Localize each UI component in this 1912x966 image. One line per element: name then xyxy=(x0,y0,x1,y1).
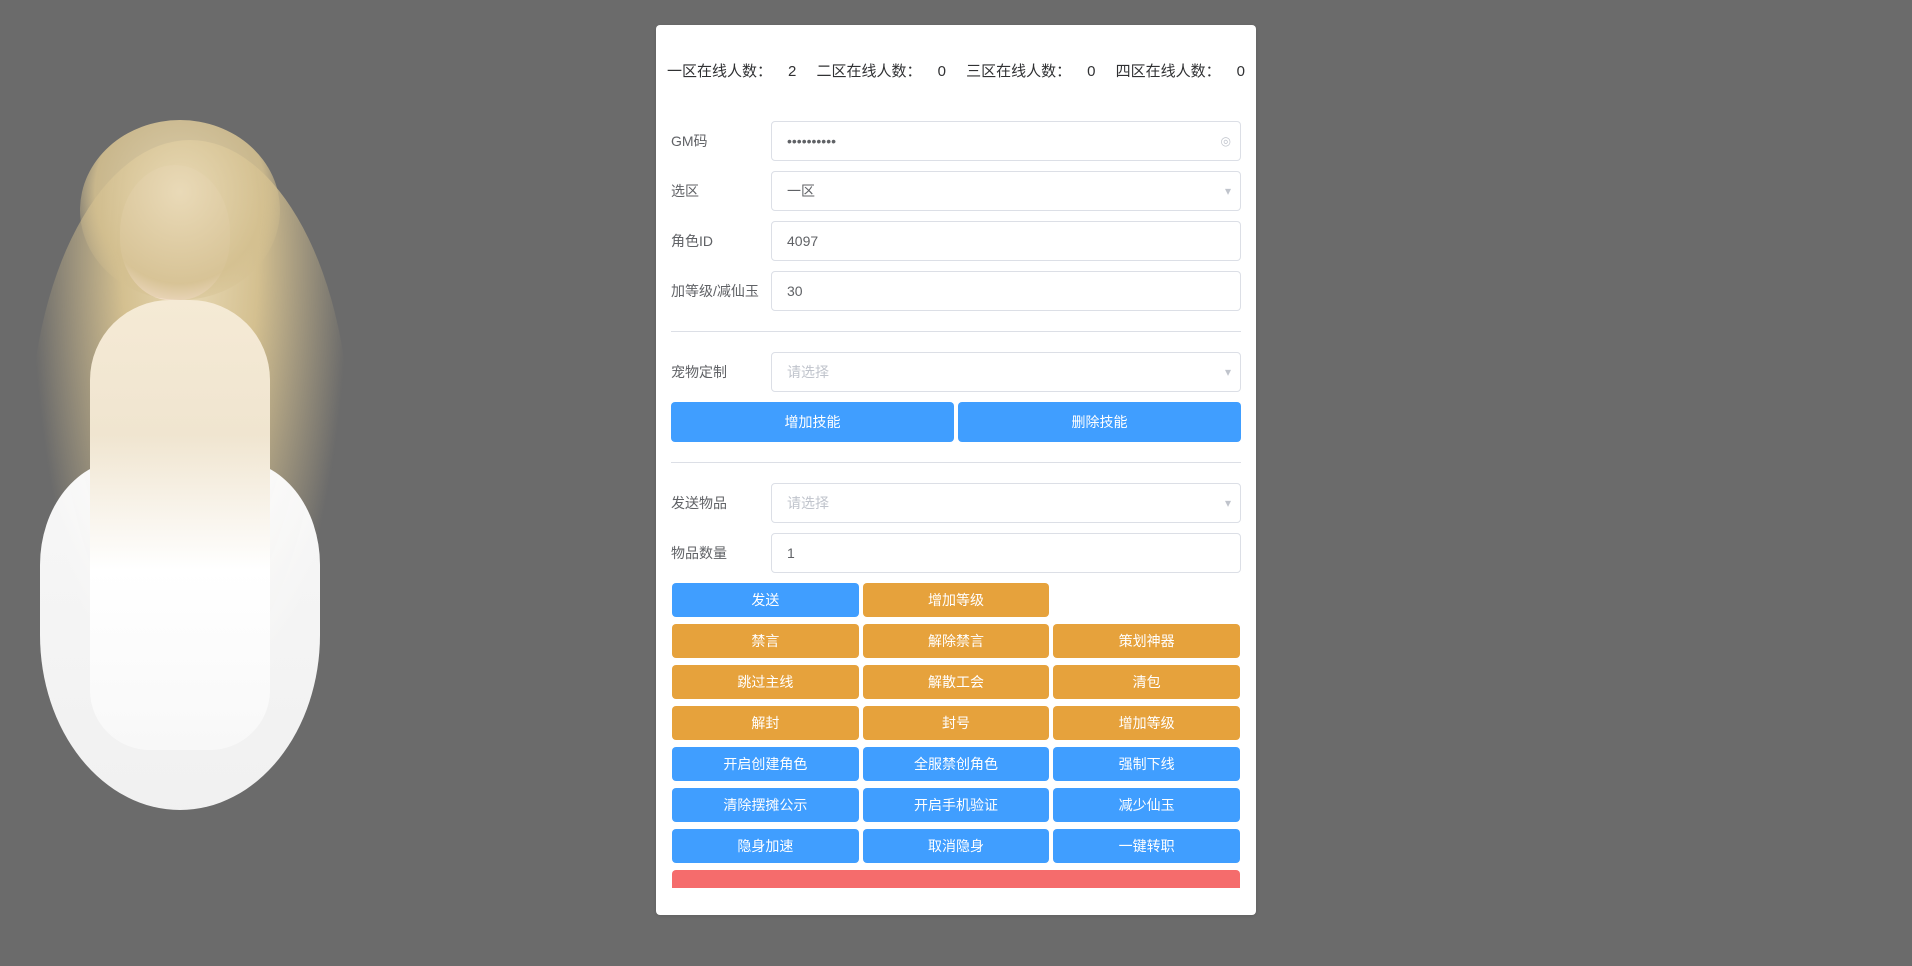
zone3-label: 三区在线人数： xyxy=(966,63,1071,80)
clear-stall-button[interactable]: 清除摆摊公示 xyxy=(672,788,859,822)
stealth-speed-button[interactable]: 隐身加速 xyxy=(672,829,859,863)
disband-guild-button[interactable]: 解散工会 xyxy=(863,665,1050,699)
unban-button[interactable]: 解封 xyxy=(672,706,859,740)
disable-create-all-button[interactable]: 全服禁创角色 xyxy=(863,747,1050,781)
background-character-illustration xyxy=(0,80,380,780)
pet-custom-label: 宠物定制 xyxy=(671,362,771,382)
mute-button[interactable]: 禁言 xyxy=(672,624,859,658)
send-button[interactable]: 发送 xyxy=(672,583,859,617)
zone3-value: 0 xyxy=(1087,63,1095,80)
cancel-stealth-button[interactable]: 取消隐身 xyxy=(863,829,1050,863)
gm-code-label: GM码 xyxy=(671,131,771,151)
zone1-label: 一区在线人数： xyxy=(667,63,772,80)
online-stats-header: 一区在线人数： 2 二区在线人数： 0 三区在线人数： 0 四区在线人数： 0 xyxy=(656,45,1256,106)
zone-select-label: 选区 xyxy=(671,181,771,201)
role-id-label: 角色ID xyxy=(671,231,771,251)
level-input[interactable] xyxy=(771,271,1241,311)
item-qty-label: 物品数量 xyxy=(671,543,771,563)
zone2-value: 0 xyxy=(938,63,946,80)
reduce-jade-button[interactable]: 减少仙玉 xyxy=(1053,788,1240,822)
unmute-button[interactable]: 解除禁言 xyxy=(863,624,1050,658)
pet-select[interactable] xyxy=(771,352,1241,392)
danger-action-button[interactable] xyxy=(672,870,1240,888)
clear-bag-button[interactable]: 清包 xyxy=(1053,665,1240,699)
level-label: 加等级/减仙玉 xyxy=(671,281,771,301)
zone1-value: 2 xyxy=(788,63,796,80)
skip-main-button[interactable]: 跳过主线 xyxy=(672,665,859,699)
zone4-label: 四区在线人数： xyxy=(1116,63,1221,80)
enable-phone-verify-button[interactable]: 开启手机验证 xyxy=(863,788,1050,822)
add-level2-button[interactable]: 增加等级 xyxy=(1053,706,1240,740)
send-item-label: 发送物品 xyxy=(671,493,771,513)
gm-code-input[interactable] xyxy=(771,121,1241,161)
send-item-select[interactable] xyxy=(771,483,1241,523)
delete-skill-button[interactable]: 删除技能 xyxy=(958,402,1241,442)
zone-select[interactable] xyxy=(771,171,1241,211)
ban-button[interactable]: 封号 xyxy=(863,706,1050,740)
item-qty-input[interactable] xyxy=(771,533,1241,573)
zone4-value: 0 xyxy=(1237,63,1245,80)
divider xyxy=(671,462,1241,463)
add-skill-button[interactable]: 增加技能 xyxy=(671,402,954,442)
force-offline-button[interactable]: 强制下线 xyxy=(1053,747,1240,781)
plan-weapon-button[interactable]: 策划神器 xyxy=(1053,624,1240,658)
one-key-transfer-button[interactable]: 一键转职 xyxy=(1053,829,1240,863)
divider xyxy=(671,331,1241,332)
enable-create-button[interactable]: 开启创建角色 xyxy=(672,747,859,781)
zone2-label: 二区在线人数： xyxy=(817,63,922,80)
role-id-input[interactable] xyxy=(771,221,1241,261)
add-level-button[interactable]: 增加等级 xyxy=(863,583,1050,617)
